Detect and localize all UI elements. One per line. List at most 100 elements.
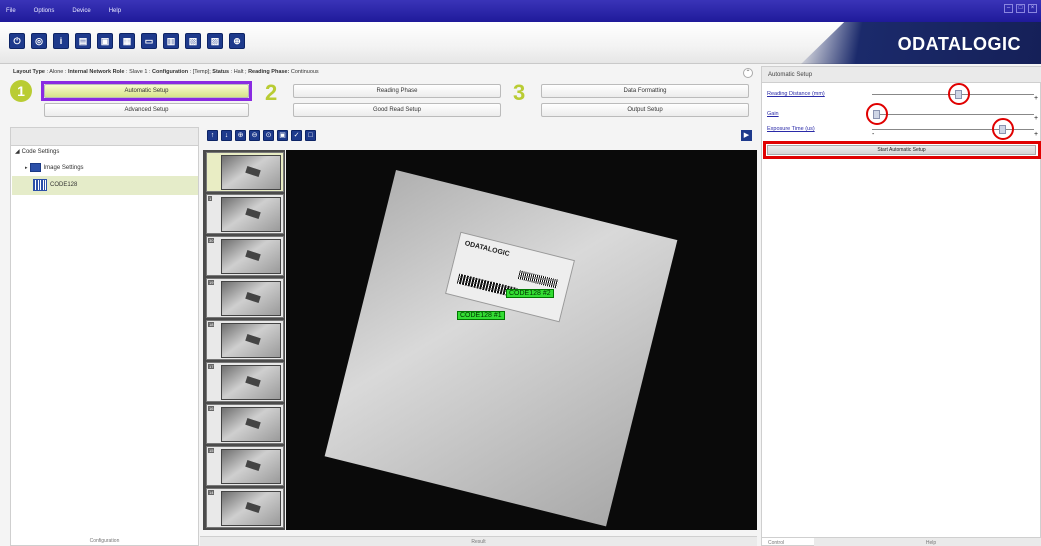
advanced-setup-button[interactable]: Advanced Setup xyxy=(44,103,249,117)
status-value: Halt xyxy=(233,69,244,75)
code-result-tag[interactable]: CODE128 #2 xyxy=(506,289,554,298)
tab-control[interactable]: Control xyxy=(762,538,784,546)
thumbnail[interactable]: 14 xyxy=(206,488,284,528)
thumbnail-number: 18 xyxy=(208,322,215,327)
datalogic-logo: ODATALOGIC xyxy=(897,34,1021,54)
menu-file[interactable]: File xyxy=(6,8,16,14)
device-info-icon[interactable]: i xyxy=(53,33,69,49)
tree-code128[interactable]: CODE128 xyxy=(33,179,77,191)
thumbnail-number: 1 xyxy=(208,196,213,201)
thumbnail[interactable] xyxy=(206,152,284,192)
image-settings-icon xyxy=(29,163,41,172)
gain-track[interactable] xyxy=(874,114,1034,115)
reading-distance-highlight xyxy=(948,83,970,105)
layout-info-bar: Layout Type : Alone : Internal Network R… xyxy=(13,69,319,75)
zoom-in-icon[interactable]: ⊕ xyxy=(235,130,246,141)
thumbnail[interactable]: 18 xyxy=(206,320,284,360)
layout-type-value: Alone xyxy=(49,69,64,75)
thumbnail-image xyxy=(221,323,281,358)
configuration-label: Configuration xyxy=(152,69,189,75)
step-1-badge: 1 xyxy=(10,80,32,102)
code-result-tag[interactable]: CODE128 #1 xyxy=(457,311,505,320)
save-image-icon[interactable]: ▣ xyxy=(277,130,288,141)
tree-image-settings[interactable]: ▸ Image Settings xyxy=(25,163,84,172)
thumbnail[interactable]: 15 xyxy=(206,446,284,486)
open-icon[interactable]: ▤ xyxy=(75,33,91,49)
start-button-highlight xyxy=(763,141,1041,159)
thumbnail[interactable]: 16 xyxy=(206,404,284,444)
thumbnail-strip: 1 30 19 18 17 16 15 14 xyxy=(203,150,285,530)
collapse-icon[interactable]: ⌃ xyxy=(743,68,753,78)
plus-icon: + xyxy=(1034,115,1039,122)
arrow-up-icon[interactable]: ↑ xyxy=(207,130,218,141)
thumbnail[interactable]: 19 xyxy=(206,278,284,318)
reading-phase-button[interactable]: Reading Phase xyxy=(293,84,501,98)
zoom-fit-icon[interactable]: ⊙ xyxy=(263,130,274,141)
capture-icon[interactable]: ▦ xyxy=(119,33,135,49)
thumbnail[interactable]: 17 xyxy=(206,362,284,402)
maximize-button[interactable]: □ xyxy=(1016,4,1025,13)
image-toolbar: ↑ ↓ ⊕ ⊖ ⊙ ▣ ✓ □ xyxy=(207,130,316,141)
zoom-out-icon[interactable]: ⊖ xyxy=(249,130,260,141)
minus-icon: - xyxy=(872,131,875,138)
tab-help[interactable]: Help xyxy=(814,538,1041,546)
tree-panel-header xyxy=(11,128,198,146)
automatic-setup-panel: Automatic Setup Reading Distance (mm) + … xyxy=(761,66,1041,546)
network-role-value: Slave 1 xyxy=(129,69,148,75)
thumbnail[interactable]: 30 xyxy=(206,236,284,276)
app-window: File Options Device Help – □ × ⏻ ◎ i ▤ ▣… xyxy=(0,0,1041,546)
reading-distance-label[interactable]: Reading Distance (mm) xyxy=(767,91,825,97)
thumbnail-number: 30 xyxy=(208,238,215,243)
label-logo: ODATALOGIC xyxy=(463,240,511,259)
save-icon[interactable]: ▣ xyxy=(97,33,113,49)
connect-icon[interactable]: ⏻ xyxy=(9,33,25,49)
close-button[interactable]: × xyxy=(1028,4,1037,13)
thumbnail[interactable]: 1 xyxy=(206,194,284,234)
tree-collapse-icon[interactable]: ◢ xyxy=(15,148,20,155)
monitor-icon[interactable]: ▭ xyxy=(141,33,157,49)
menu-help[interactable]: Help xyxy=(109,8,121,14)
configuration-value: [Temp] xyxy=(192,69,210,75)
arrow-down-icon[interactable]: ↓ xyxy=(221,130,232,141)
configuration-footer: Configuration xyxy=(89,538,120,544)
reading-phase-value: Continuous xyxy=(290,69,319,75)
step-2-badge: 2 xyxy=(265,80,278,105)
data-formatting-button[interactable]: Data Formatting xyxy=(541,84,749,98)
gain-highlight xyxy=(866,103,888,125)
barcode-icon xyxy=(33,179,47,191)
terminal-icon[interactable]: ▧ xyxy=(185,33,201,49)
tree-code-settings[interactable]: ◢ Code Settings xyxy=(15,148,59,156)
gain-label[interactable]: Gain xyxy=(767,111,779,117)
menu-options[interactable]: Options xyxy=(34,8,55,14)
menu-device[interactable]: Device xyxy=(72,8,90,14)
plus-icon: + xyxy=(1034,131,1039,138)
thumbnail-image xyxy=(221,407,281,442)
check-icon[interactable]: ✓ xyxy=(291,130,302,141)
main-toolbar: ⏻ ◎ i ▤ ▣ ▦ ▭ ▥ ▧ ▨ ⊕ ODATALOGIC xyxy=(0,22,1041,64)
frame-icon[interactable]: □ xyxy=(305,130,316,141)
thumbnail-image xyxy=(221,449,281,484)
minimize-button[interactable]: – xyxy=(1004,4,1013,13)
layout-type-label: Layout Type xyxy=(13,69,45,75)
thumbnail-number: 17 xyxy=(208,364,215,369)
output-setup-button[interactable]: Output Setup xyxy=(541,103,749,117)
thumbnail-number: 16 xyxy=(208,406,215,411)
thumbnail-image xyxy=(221,491,281,526)
thumbnail-number: 14 xyxy=(208,490,215,495)
captured-image-view[interactable]: ODATALOGIC CODE128 #2 CODE128 #1 xyxy=(286,150,757,530)
exposure-time-highlight xyxy=(992,118,1014,140)
thumbnail-image xyxy=(221,197,281,232)
tree-code128-label: CODE128 xyxy=(50,182,78,188)
thumbnail-number: 15 xyxy=(208,448,215,453)
disconnect-icon[interactable]: ◎ xyxy=(31,33,47,49)
tree-expand-icon[interactable]: ▸ xyxy=(25,165,28,171)
toolbar-buttons: ⏻ ◎ i ▤ ▣ ▦ ▭ ▥ ▧ ▨ ⊕ xyxy=(9,33,245,49)
diagnostics-icon[interactable]: ▨ xyxy=(207,33,223,49)
play-icon[interactable]: ▶ xyxy=(741,130,752,141)
network-role-label: Internal Network Role xyxy=(67,69,125,75)
configuration-tree-panel: ◢ Code Settings ▸ Image Settings CODE128 xyxy=(10,127,199,546)
good-read-setup-button[interactable]: Good Read Setup xyxy=(293,103,501,117)
exposure-time-label[interactable]: Exposure Time (us) xyxy=(767,126,815,132)
network-icon[interactable]: ⊕ xyxy=(229,33,245,49)
statistics-icon[interactable]: ▥ xyxy=(163,33,179,49)
